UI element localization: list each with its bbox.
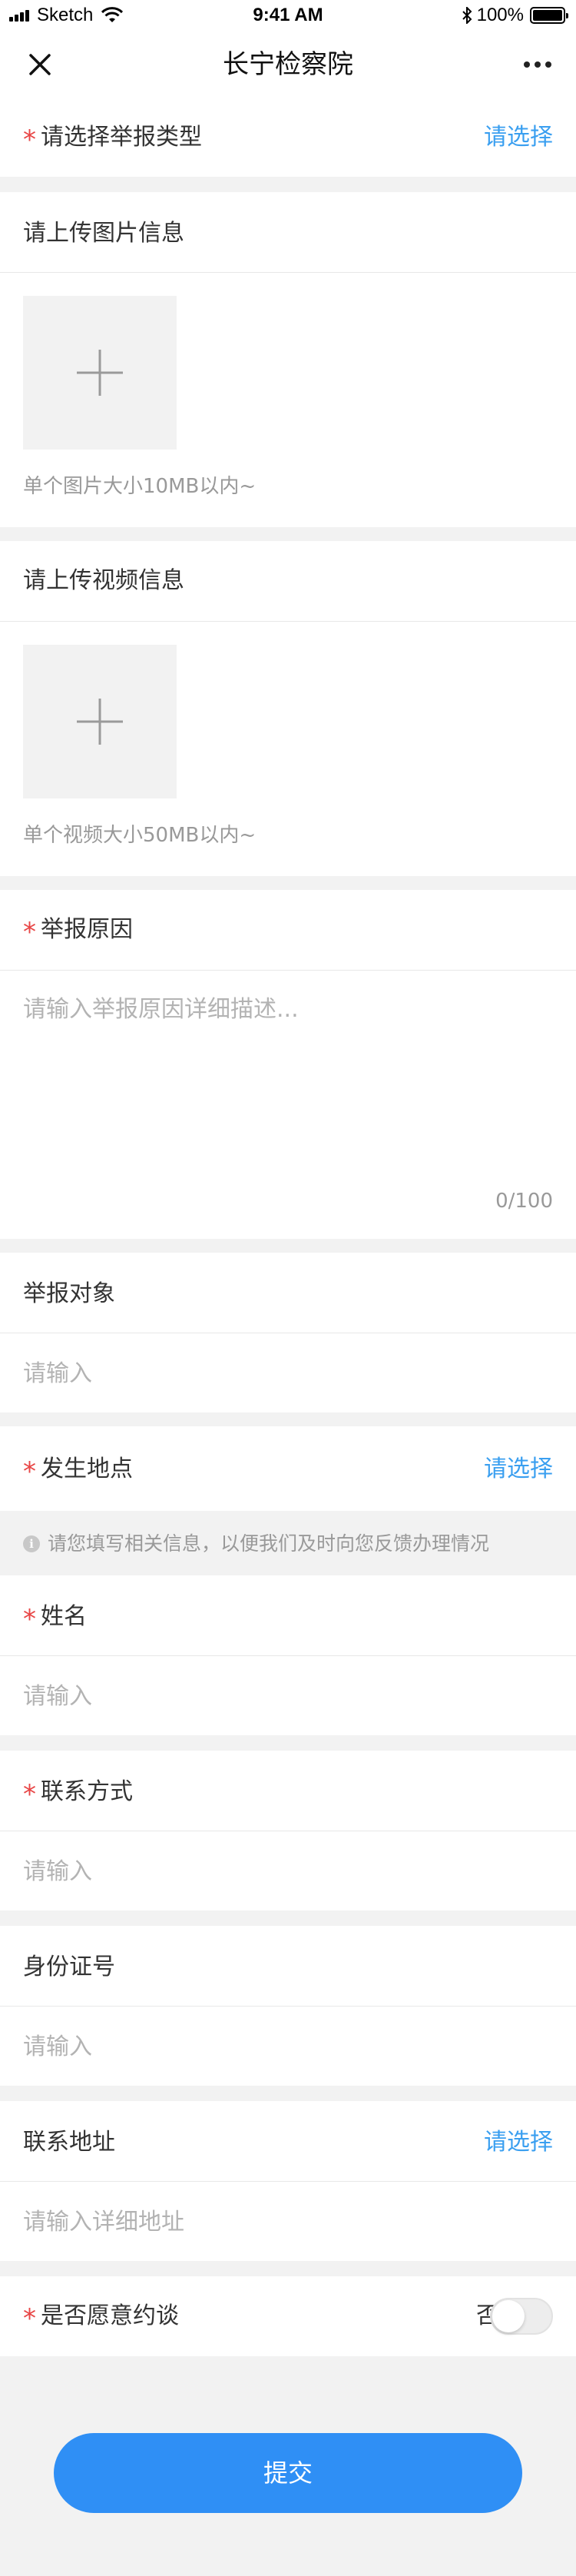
info-notice: i 请您填写相关信息，以便我们及时向您反馈办理情况 [0, 1511, 576, 1575]
report-target-section: 举报对象 请输入 [0, 1253, 576, 1412]
contact-label-group: * 联系方式 [23, 1777, 133, 1810]
interview-label-group: * 是否愿意约谈 [23, 2301, 179, 2334]
name-input[interactable]: 请输入 [23, 1681, 92, 1712]
divider [0, 272, 576, 273]
nav-bar: 长宁检察院 [0, 31, 576, 98]
required-mark: * [23, 1779, 36, 1810]
required-mark: * [23, 2303, 36, 2334]
divider [0, 621, 576, 622]
reason-counter: 0/100 [495, 1190, 553, 1213]
required-mark: * [23, 124, 36, 155]
bluetooth-icon [462, 7, 472, 24]
location-label-group: * 发生地点 [23, 1454, 133, 1487]
battery-level [533, 10, 562, 21]
plus-icon [77, 350, 123, 396]
info-icon: i [23, 1535, 40, 1552]
reason-label-group: * 举报原因 [23, 915, 133, 948]
id-number-section: 身份证号 请输入 [0, 1926, 576, 2086]
interview-toggle[interactable] [490, 2298, 553, 2335]
report-type-label: 请选择举报类型 [41, 124, 202, 151]
divider [0, 2006, 576, 2007]
more-icon[interactable] [516, 48, 559, 81]
contact-input[interactable]: 请输入 [23, 1857, 92, 1887]
id-number-label: 身份证号 [23, 1954, 115, 1980]
report-type-select[interactable]: 请选择 [484, 122, 553, 153]
image-upload-label: 请上传图片信息 [23, 220, 184, 247]
location-row[interactable]: * 发生地点 请选择 [0, 1426, 576, 1511]
notice-text: 请您填写相关信息，以便我们及时向您反馈办理情况 [48, 1532, 490, 1555]
name-label-group: * 姓名 [23, 1602, 87, 1635]
interview-label: 是否愿意约谈 [41, 2302, 179, 2329]
name-label: 姓名 [41, 1603, 87, 1630]
required-mark: * [23, 1604, 36, 1635]
report-type-label-group: * 请选择举报类型 [23, 122, 202, 155]
divider [0, 2181, 576, 2182]
address-label: 联系地址 [23, 2129, 115, 2156]
id-number-input[interactable]: 请输入 [23, 2032, 92, 2063]
status-bar: Sketch 9:41 AM 100% [0, 0, 576, 31]
page-title: 长宁检察院 [223, 49, 353, 80]
contact-section: * 联系方式 请输入 [0, 1751, 576, 1910]
battery-percent: 100% [476, 5, 524, 25]
toggle-knob[interactable] [492, 2300, 525, 2332]
target-input[interactable]: 请输入 [23, 1359, 92, 1389]
reason-textarea[interactable]: 请输入举报原因详细描述... [23, 994, 299, 1025]
location-label: 发生地点 [41, 1456, 133, 1482]
interview-row: * 是否愿意约谈 否 [0, 2276, 576, 2356]
video-upload-section: 请上传视频信息 单个视频大小50MB以内~ [0, 541, 576, 876]
divider [0, 1655, 576, 1656]
image-upload-section: 请上传图片信息 单个图片大小10MB以内~ [0, 192, 576, 527]
video-upload-button[interactable] [23, 645, 177, 798]
report-type-row[interactable]: * 请选择举报类型 请选择 [0, 98, 576, 177]
contact-label: 联系方式 [41, 1778, 133, 1805]
video-upload-hint: 单个视频大小50MB以内~ [23, 824, 257, 847]
name-section: * 姓名 请输入 [0, 1575, 576, 1735]
reason-label: 举报原因 [41, 916, 133, 943]
video-upload-label: 请上传视频信息 [23, 567, 184, 594]
report-reason-section: * 举报原因 请输入举报原因详细描述... 0/100 [0, 890, 576, 1239]
required-mark: * [23, 1456, 36, 1487]
image-upload-button[interactable] [23, 296, 177, 450]
divider [0, 970, 576, 971]
address-section: 联系地址 请选择 请输入详细地址 [0, 2101, 576, 2261]
address-select[interactable]: 请选择 [484, 2127, 553, 2158]
plus-icon [77, 699, 123, 745]
image-upload-hint: 单个图片大小10MB以内~ [23, 475, 257, 498]
target-label: 举报对象 [23, 1280, 115, 1307]
submit-button[interactable]: 提交 [54, 2433, 522, 2513]
status-right: 100% [462, 5, 568, 26]
required-mark: * [23, 917, 36, 948]
battery-icon [530, 7, 568, 24]
location-select[interactable]: 请选择 [484, 1454, 553, 1485]
address-input[interactable]: 请输入详细地址 [23, 2207, 184, 2238]
